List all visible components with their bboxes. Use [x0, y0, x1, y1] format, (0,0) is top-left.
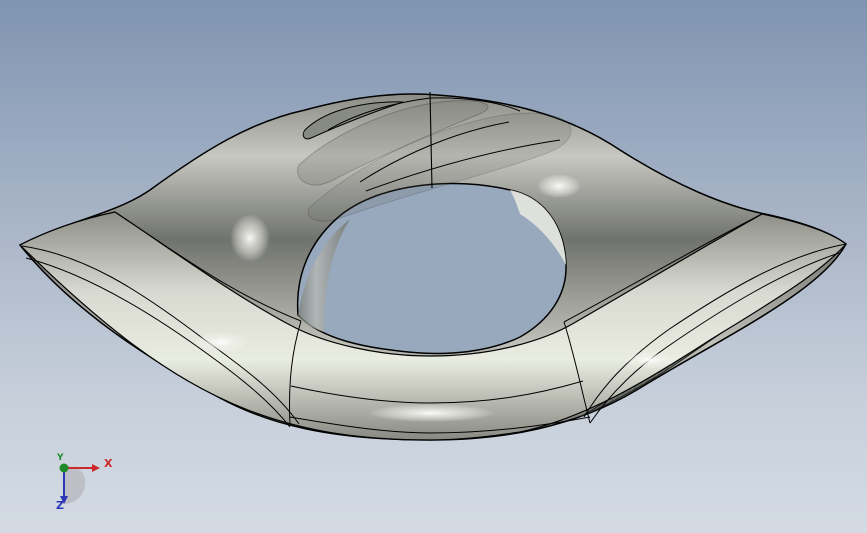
x-axis-label: X: [104, 457, 113, 470]
left-highlight: [230, 214, 270, 262]
front-highlight-right: [624, 352, 676, 368]
graphics-viewport[interactable]: X Y Z: [0, 0, 867, 533]
front-highlight-left: [193, 332, 249, 352]
z-axis-label: Z: [56, 499, 64, 512]
cad-model-render[interactable]: [0, 0, 867, 533]
right-highlight: [537, 174, 581, 198]
front-highlight-middle: [367, 404, 495, 422]
y-axis-label: Y: [57, 453, 64, 463]
axis-triad[interactable]: X Y Z: [44, 452, 124, 522]
